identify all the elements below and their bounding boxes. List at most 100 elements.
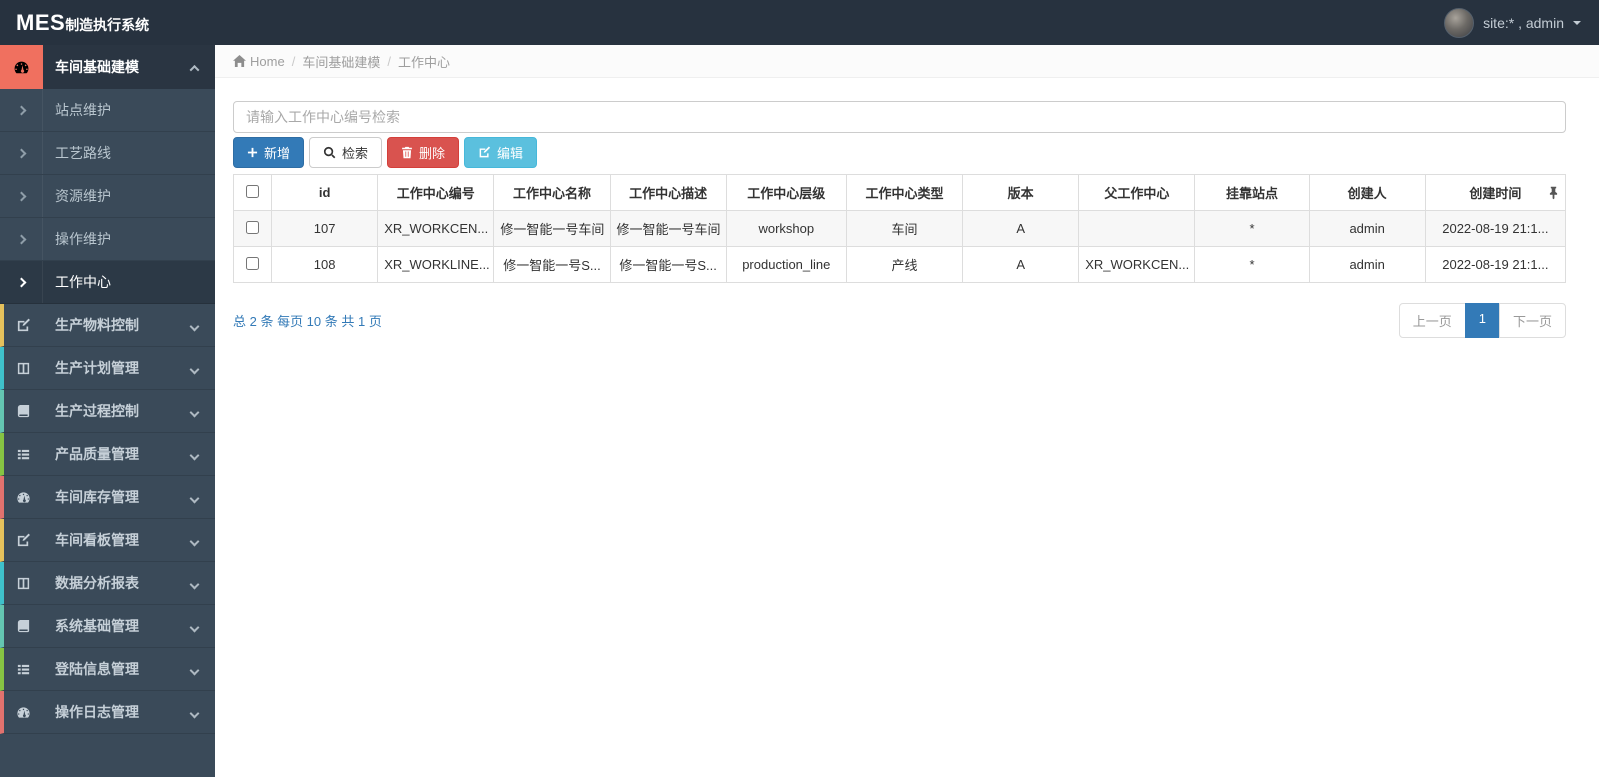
cell-creator: admin xyxy=(1308,210,1426,247)
edit-icon xyxy=(478,146,491,159)
delete-button[interactable]: 删除 xyxy=(387,137,460,168)
sidebar-item-process-route[interactable]: 工艺路线 xyxy=(0,132,215,175)
column-header-code[interactable]: 工作中心编号 xyxy=(377,174,495,211)
row-checkbox[interactable] xyxy=(246,220,260,234)
chevron-down-icon xyxy=(189,360,200,376)
chevron-down-icon xyxy=(189,618,200,634)
sidebar-item-label: 生产计划管理 xyxy=(55,360,139,376)
user-menu[interactable]: site:* , admin xyxy=(1444,7,1581,38)
column-header-id[interactable]: id xyxy=(271,174,379,211)
gauge-icon xyxy=(4,691,43,733)
row-checkbox[interactable] xyxy=(246,256,260,270)
cell-name: 修一智能一号车间 xyxy=(493,210,611,247)
gauge-icon xyxy=(4,476,43,518)
top-navbar: MES 制造执行系统 site:* , admin xyxy=(0,0,1599,45)
sidebar-item-label: 生产过程控制 xyxy=(55,403,139,419)
sidebar-group-label: 车间基础建模 xyxy=(55,59,139,75)
sidebar-item-system-management[interactable]: 系统基础管理 xyxy=(0,605,215,648)
cell-id: 107 xyxy=(271,210,379,247)
table-row[interactable]: 108 XR_WORKLINE... 修一智能一号S... 修一智能一号S...… xyxy=(232,246,1567,283)
sidebar-item-operation-log-management[interactable]: 操作日志管理 xyxy=(0,691,215,734)
cell-parent xyxy=(1078,210,1196,247)
user-label: site:* , admin xyxy=(1483,14,1564,31)
row-select-cell xyxy=(232,246,273,283)
brand-subtitle: 制造执行系统 xyxy=(65,16,150,33)
sidebar-item-label: 系统基础管理 xyxy=(55,618,139,634)
chevron-right-icon xyxy=(0,175,43,217)
gauge-icon xyxy=(0,45,43,89)
search-button[interactable]: 检索 xyxy=(309,137,383,168)
cell-created-time: 2022-08-19 21:1... xyxy=(1424,246,1567,283)
delete-button-label: 删除 xyxy=(419,146,446,161)
sidebar-item-label: 生产物料控制 xyxy=(55,317,139,333)
cell-level: production_line xyxy=(725,246,847,283)
pin-icon[interactable] xyxy=(1549,186,1558,199)
sidebar-item-label: 工作中心 xyxy=(55,274,111,290)
row-select-cell xyxy=(232,210,273,247)
column-header-parent[interactable]: 父工作中心 xyxy=(1078,174,1196,211)
column-header-creator[interactable]: 创建人 xyxy=(1308,174,1426,211)
user-avatar xyxy=(1444,7,1475,38)
sidebar-item-quality-management[interactable]: 产品质量管理 xyxy=(0,433,215,476)
breadcrumb-section-link[interactable]: 车间基础建模 xyxy=(302,52,380,71)
select-all-checkbox[interactable] xyxy=(246,184,260,198)
book-icon xyxy=(4,605,43,647)
search-icon xyxy=(323,146,336,159)
pagination-next-button[interactable]: 下一页 xyxy=(1498,303,1566,338)
column-header-created-time-label: 创建时间 xyxy=(1469,186,1522,201)
pagination-page-1-button[interactable]: 1 xyxy=(1464,303,1500,338)
search-input[interactable] xyxy=(233,101,1566,133)
sidebar-group-workshop-modeling[interactable]: 车间基础建模 xyxy=(0,45,215,89)
sidebar-item-kanban-management[interactable]: 车间看板管理 xyxy=(0,519,215,562)
sidebar-item-label: 车间库存管理 xyxy=(55,489,139,505)
add-button-label: 新增 xyxy=(264,146,291,161)
chevron-down-icon xyxy=(189,446,200,462)
table-footer: 总 2 条 每页 10 条 共 1 页 上一页 1 下一页 xyxy=(233,303,1566,338)
breadcrumb: Home / 车间基础建模 / 工作中心 xyxy=(215,45,1599,78)
sidebar-item-analytics-reports[interactable]: 数据分析报表 xyxy=(0,562,215,605)
pagination-prev-button[interactable]: 上一页 xyxy=(1398,303,1466,338)
column-header-description[interactable]: 工作中心描述 xyxy=(609,174,727,211)
column-header-station[interactable]: 挂靠站点 xyxy=(1194,174,1310,211)
cell-description: 修一智能一号S... xyxy=(609,246,727,283)
chevron-down-icon xyxy=(189,489,200,505)
sidebar-item-material-control[interactable]: 生产物料控制 xyxy=(0,304,215,347)
columns-icon xyxy=(4,347,43,389)
cell-id: 108 xyxy=(271,246,379,283)
column-header-created-time[interactable]: 创建时间 xyxy=(1424,174,1567,211)
chevron-right-icon xyxy=(0,261,43,303)
sidebar-item-plan-management[interactable]: 生产计划管理 xyxy=(0,347,215,390)
column-header-version[interactable]: 版本 xyxy=(962,174,1080,211)
pagination: 上一页 1 下一页 xyxy=(1398,303,1566,338)
breadcrumb-home-link[interactable]: Home xyxy=(250,54,285,69)
pencil-square-icon xyxy=(4,304,43,346)
sidebar-item-inventory-management[interactable]: 车间库存管理 xyxy=(0,476,215,519)
sidebar-item-station-maintenance[interactable]: 站点维护 xyxy=(0,89,215,132)
chevron-down-icon xyxy=(189,317,200,333)
pagination-summary: 总 2 条 每页 10 条 共 1 页 xyxy=(233,314,382,329)
chevron-down-icon xyxy=(189,532,200,548)
plus-icon xyxy=(247,147,258,158)
work-center-table: id 工作中心编号 工作中心名称 工作中心描述 工作中心层级 工作中心类型 版本… xyxy=(232,174,1567,283)
sidebar-item-work-center[interactable]: 工作中心 xyxy=(0,261,215,304)
sidebar-item-label: 车间看板管理 xyxy=(55,532,139,548)
list-icon xyxy=(4,433,43,475)
column-header-name[interactable]: 工作中心名称 xyxy=(493,174,611,211)
cell-station: * xyxy=(1194,210,1310,247)
chevron-down-icon xyxy=(189,403,200,419)
sidebar-item-operation-maintenance[interactable]: 操作维护 xyxy=(0,218,215,261)
cell-version: A xyxy=(962,210,1080,247)
edit-button[interactable]: 编辑 xyxy=(464,137,538,168)
caret-down-icon xyxy=(1573,20,1581,25)
column-header-type[interactable]: 工作中心类型 xyxy=(845,174,964,211)
brand-mes: MES xyxy=(16,9,66,35)
chevron-down-icon xyxy=(189,575,200,591)
column-header-level[interactable]: 工作中心层级 xyxy=(725,174,847,211)
sidebar-item-login-info-management[interactable]: 登陆信息管理 xyxy=(0,648,215,691)
add-button[interactable]: 新增 xyxy=(233,137,305,168)
sidebar-item-label: 数据分析报表 xyxy=(55,575,139,591)
table-row[interactable]: 107 XR_WORKCEN... 修一智能一号车间 修一智能一号车间 work… xyxy=(232,210,1567,247)
pencil-square-icon xyxy=(4,519,43,561)
sidebar-item-process-control[interactable]: 生产过程控制 xyxy=(0,390,215,433)
sidebar-item-resource-maintenance[interactable]: 资源维护 xyxy=(0,175,215,218)
